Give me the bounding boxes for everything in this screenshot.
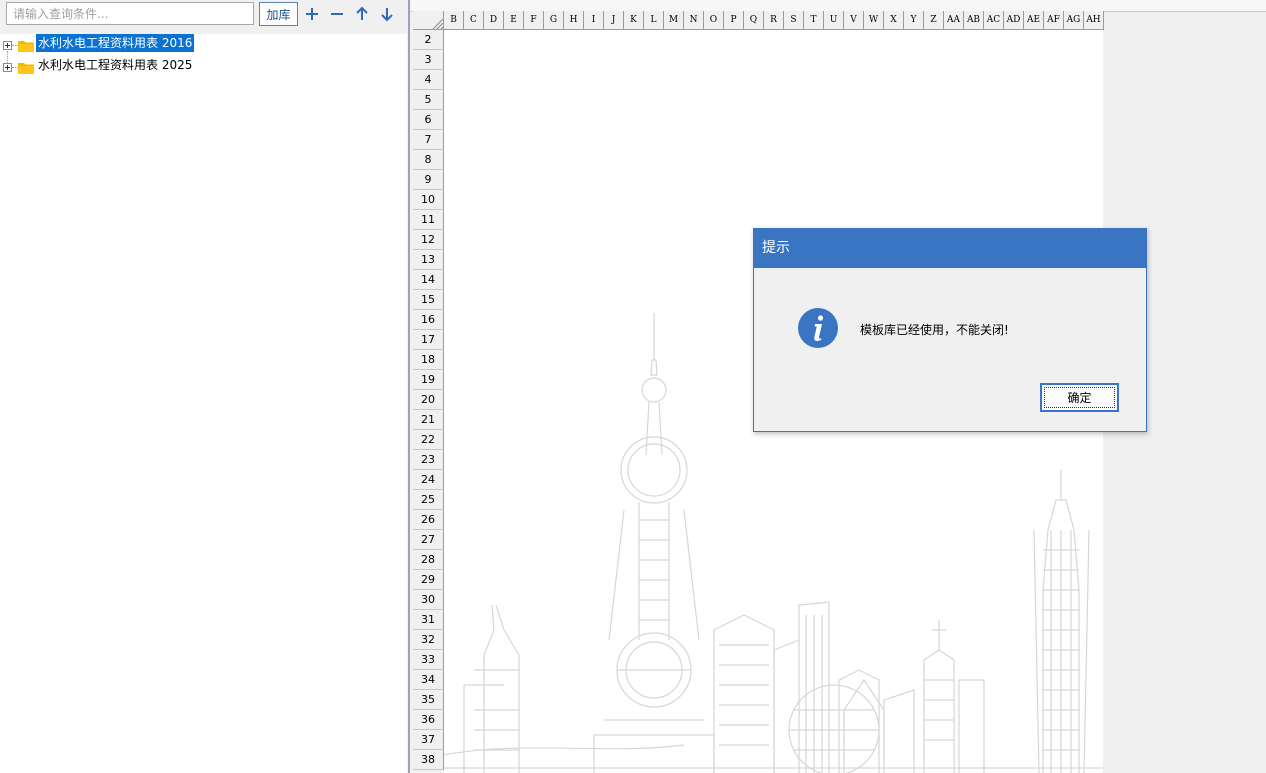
row-header[interactable]: 35 — [413, 690, 444, 710]
info-icon — [797, 307, 839, 349]
dialog-message: 模板库已经使用，不能关闭! — [860, 323, 1009, 337]
column-header[interactable]: B — [444, 11, 464, 30]
row-header[interactable]: 27 — [413, 530, 444, 550]
row-header[interactable]: 2 — [413, 30, 444, 50]
row-header[interactable]: 32 — [413, 630, 444, 650]
column-header[interactable]: S — [784, 11, 804, 30]
row-header[interactable]: 24 — [413, 470, 444, 490]
column-header[interactable]: G — [544, 11, 564, 30]
row-header[interactable]: 8 — [413, 150, 444, 170]
row-header[interactable]: 21 — [413, 410, 444, 430]
row-header[interactable]: 19 — [413, 370, 444, 390]
column-header[interactable]: C — [464, 11, 484, 30]
row-header[interactable]: 13 — [413, 250, 444, 270]
row-header[interactable]: 25 — [413, 490, 444, 510]
template-tree-panel: 加库 水利水电工程资料用表 2016 — [0, 0, 407, 773]
arrow-up-icon[interactable] — [352, 4, 372, 24]
search-input[interactable] — [6, 2, 254, 25]
column-header[interactable]: V — [844, 11, 864, 30]
tree-item-2025[interactable]: 水利水电工程资料用表 2025 — [0, 56, 407, 78]
column-header[interactable]: AH — [1084, 11, 1104, 30]
arrow-down-icon[interactable] — [377, 4, 397, 24]
column-header[interactable]: W — [864, 11, 884, 30]
row-header[interactable]: 17 — [413, 330, 444, 350]
row-header[interactable]: 20 — [413, 390, 444, 410]
column-header[interactable]: M — [664, 11, 684, 30]
column-header[interactable]: T — [804, 11, 824, 30]
column-header[interactable]: AF — [1044, 11, 1064, 30]
row-header[interactable]: 29 — [413, 570, 444, 590]
column-header[interactable]: AA — [944, 11, 964, 30]
folder-icon — [17, 38, 35, 53]
row-header[interactable]: 11 — [413, 210, 444, 230]
column-header[interactable]: L — [644, 11, 664, 30]
ok-button[interactable]: 确定 — [1040, 383, 1119, 412]
row-header[interactable]: 10 — [413, 190, 444, 210]
row-header[interactable]: 18 — [413, 350, 444, 370]
tree-toolbar: 加库 — [0, 0, 407, 34]
column-header[interactable]: E — [504, 11, 524, 30]
row-header[interactable]: 34 — [413, 670, 444, 690]
add-library-button[interactable]: 加库 — [259, 2, 298, 26]
column-header[interactable]: AD — [1004, 11, 1024, 30]
tree-item-2016[interactable]: 水利水电工程资料用表 2016 — [0, 34, 407, 56]
dialog-title: 提示 — [762, 240, 790, 256]
row-header[interactable]: 3 — [413, 50, 444, 70]
folder-icon — [17, 60, 35, 75]
column-header[interactable]: U — [824, 11, 844, 30]
row-header[interactable]: 5 — [413, 90, 444, 110]
expand-icon[interactable] — [3, 63, 12, 72]
template-tree: 水利水电工程资料用表 2016 水利水电工程资料用表 2025 — [0, 34, 407, 78]
column-header[interactable]: AG — [1064, 11, 1084, 30]
row-header[interactable]: 36 — [413, 710, 444, 730]
row-header[interactable]: 16 — [413, 310, 444, 330]
plus-icon[interactable] — [302, 4, 322, 24]
row-header[interactable]: 9 — [413, 170, 444, 190]
column-header[interactable]: F — [524, 11, 544, 30]
column-header[interactable]: J — [604, 11, 624, 30]
column-header[interactable]: Z — [924, 11, 944, 30]
row-header[interactable]: 12 — [413, 230, 444, 250]
column-header[interactable]: Y — [904, 11, 924, 30]
tree-item-label[interactable]: 水利水电工程资料用表 2016 — [36, 34, 195, 52]
column-header[interactable]: AB — [964, 11, 984, 30]
column-header[interactable]: D — [484, 11, 504, 30]
row-header[interactable]: 14 — [413, 270, 444, 290]
row-header[interactable]: 31 — [413, 610, 444, 630]
column-header[interactable]: H — [564, 11, 584, 30]
alert-dialog: 提示 模板库已经使用，不能关闭! 确定 — [753, 228, 1147, 432]
row-header[interactable]: 37 — [413, 730, 444, 750]
tree-item-label[interactable]: 水利水电工程资料用表 2025 — [36, 56, 194, 74]
minus-icon[interactable] — [327, 4, 347, 24]
column-header[interactable]: X — [884, 11, 904, 30]
column-header[interactable]: R — [764, 11, 784, 30]
column-header[interactable]: N — [684, 11, 704, 30]
row-header[interactable]: 15 — [413, 290, 444, 310]
row-header[interactable]: 6 — [413, 110, 444, 130]
row-header[interactable]: 22 — [413, 430, 444, 450]
row-header[interactable]: 38 — [413, 750, 444, 770]
row-header[interactable]: 4 — [413, 70, 444, 90]
row-header[interactable]: 28 — [413, 550, 444, 570]
column-header[interactable]: Q — [744, 11, 764, 30]
column-header[interactable]: I — [584, 11, 604, 30]
row-header[interactable]: 26 — [413, 510, 444, 530]
column-header[interactable]: P — [724, 11, 744, 30]
column-header[interactable]: AC — [984, 11, 1004, 30]
row-header[interactable]: 23 — [413, 450, 444, 470]
expand-icon[interactable] — [3, 41, 12, 50]
row-header[interactable]: 30 — [413, 590, 444, 610]
column-header[interactable]: O — [704, 11, 724, 30]
row-header[interactable]: 33 — [413, 650, 444, 670]
select-all-corner[interactable] — [413, 11, 444, 30]
column-header[interactable]: AE — [1024, 11, 1044, 30]
row-header[interactable]: 7 — [413, 130, 444, 150]
dialog-titlebar[interactable]: 提示 — [754, 229, 1146, 268]
column-header[interactable]: K — [624, 11, 644, 30]
